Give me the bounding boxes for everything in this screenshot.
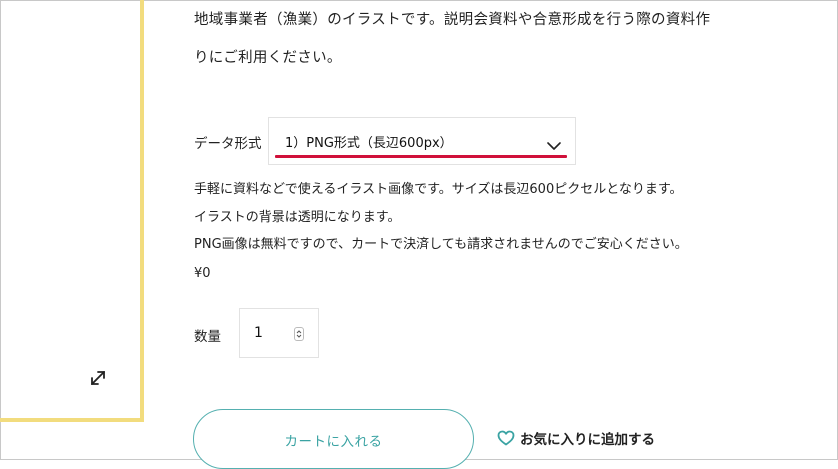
quantity-stepper[interactable]: 1 — [239, 308, 319, 358]
format-info-line-2: イラストの背景は透明になります。 — [194, 210, 401, 225]
heart-icon — [497, 430, 515, 446]
format-info-line-1: 手軽に資料などで使えるイラスト画像です。サイズは長辺600ピクセルとなります。 — [194, 182, 683, 197]
quantity-value: 1 — [254, 325, 263, 341]
add-to-favorites-label: お気に入りに追加する — [520, 432, 655, 448]
highlight-underline — [275, 155, 567, 158]
price: ¥0 — [194, 266, 211, 281]
add-to-favorites-link[interactable]: お気に入りに追加する — [497, 428, 655, 448]
quantity-label: 数量 — [194, 329, 221, 345]
product-image-panel — [0, 0, 144, 422]
add-to-cart-button[interactable]: カートに入れる — [193, 409, 474, 469]
data-format-label: データ形式 — [194, 136, 262, 152]
format-info-line-3: PNG画像は無料ですので、カートで決済しても請求されませんのでご安心ください。 — [194, 237, 688, 252]
chevron-down-icon — [547, 136, 561, 150]
product-description-line-2: りにご利用ください。 — [194, 50, 342, 66]
spinner-icon[interactable] — [294, 327, 304, 341]
add-to-cart-label: カートに入れる — [284, 434, 383, 450]
data-format-selected-value: 1）PNG形式（長辺600px） — [285, 136, 453, 151]
expand-icon[interactable] — [88, 368, 108, 388]
product-description-line-1: 地域事業者（漁業）のイラストです。説明会資料や合意形成を行う際の資料作 — [194, 12, 711, 28]
